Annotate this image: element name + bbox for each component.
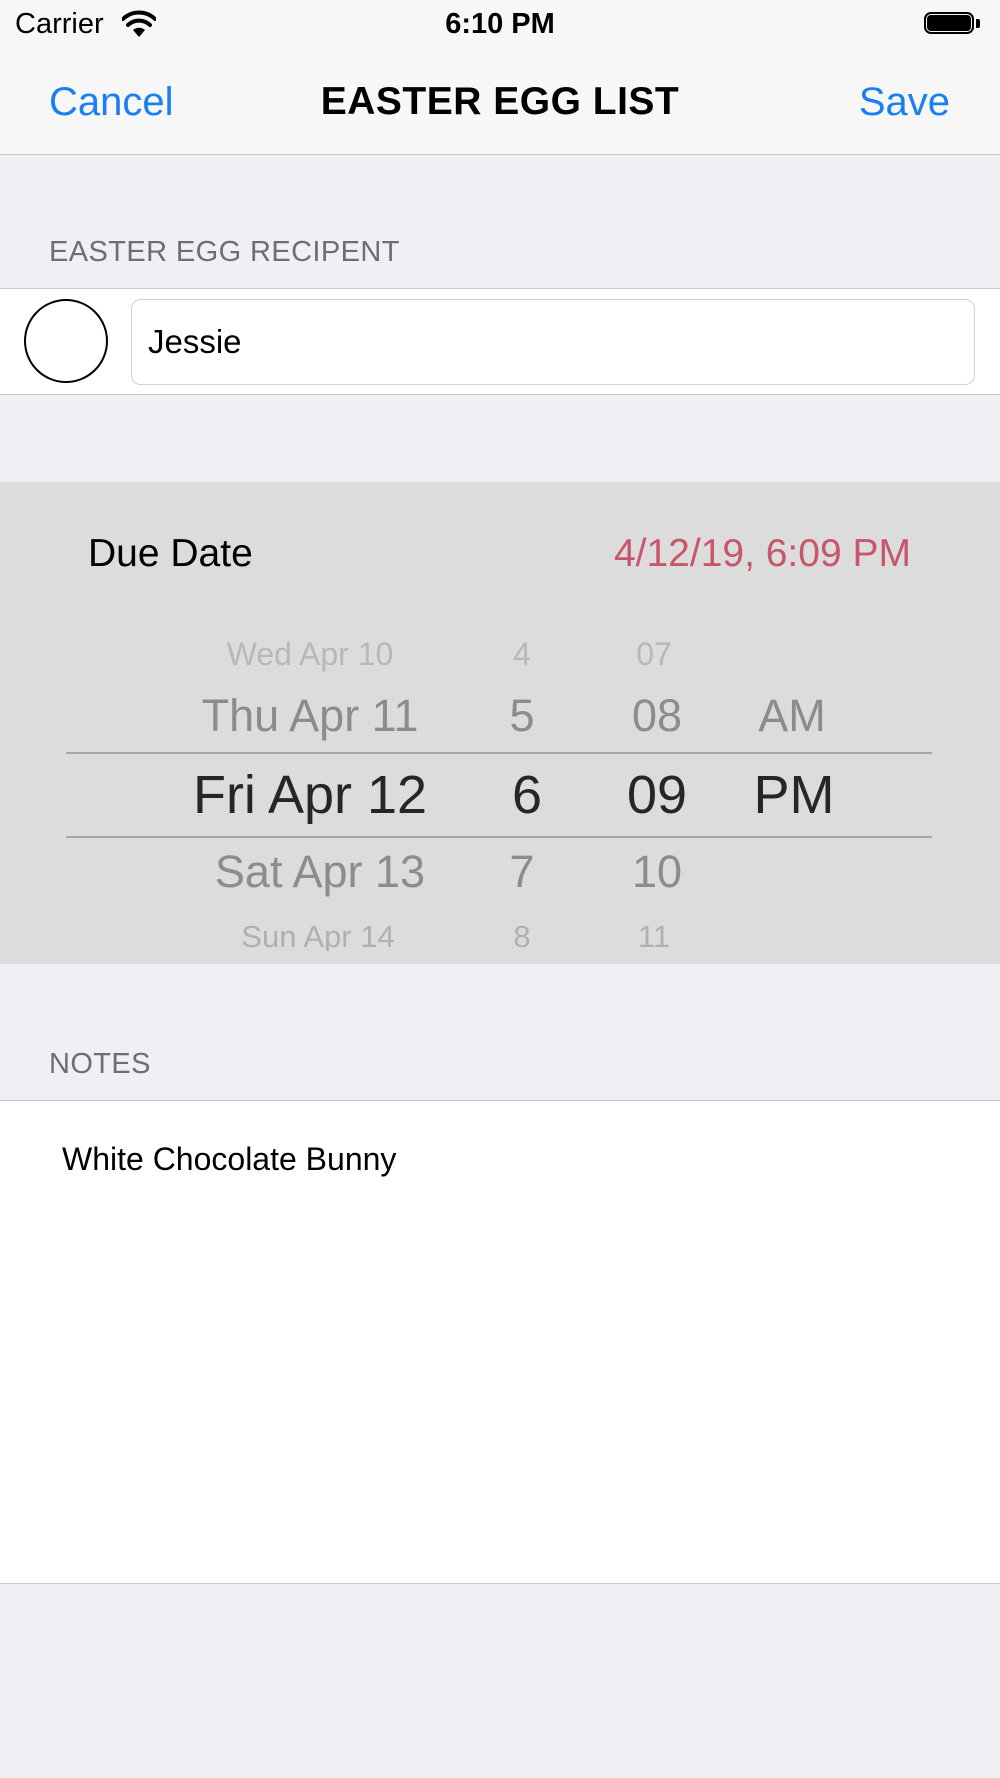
picker-hour-option[interactable]: 5: [482, 690, 562, 742]
notes-section-header: NOTES: [49, 1048, 151, 1080]
picker-date-option[interactable]: Sat Apr 13: [170, 846, 470, 898]
navigation-bar: Cancel EASTER EGG LIST Save: [0, 50, 1000, 155]
page-title: EASTER EGG LIST: [320, 80, 680, 123]
picker-selection-bottom-line: [66, 836, 932, 838]
picker-selection-top-line: [66, 752, 932, 754]
status-bar: Carrier 6:10 PM: [0, 0, 1000, 50]
picker-hour-option[interactable]: 8: [482, 919, 562, 951]
notes-text-area[interactable]: White Chocolate Bunny: [0, 1100, 1000, 1584]
battery-icon: [924, 12, 982, 38]
picker-minute-option[interactable]: 07: [604, 636, 704, 673]
picker-hour-selected[interactable]: 6: [487, 764, 567, 826]
status-time: 6:10 PM: [445, 8, 555, 40]
picker-minute-option[interactable]: 08: [607, 690, 707, 742]
due-date-section: Due Date 4/12/19, 6:09 PM Wed Apr 10 Thu…: [0, 482, 1000, 964]
due-date-value[interactable]: 4/12/19, 6:09 PM: [614, 532, 911, 576]
picker-date-option[interactable]: Sun Apr 14: [168, 919, 468, 951]
picker-minute-option[interactable]: 11: [604, 919, 704, 951]
picker-minute-selected[interactable]: 09: [607, 764, 707, 826]
picker-hour-option[interactable]: 7: [482, 846, 562, 898]
picker-date-option[interactable]: Thu Apr 11: [160, 690, 460, 742]
recipient-section-header: EASTER EGG RECIPENT: [49, 236, 400, 268]
notes-text: White Chocolate Bunny: [62, 1141, 397, 1177]
picker-date-selected[interactable]: Fri Apr 12: [160, 764, 460, 826]
picker-date-option[interactable]: Wed Apr 10: [160, 636, 460, 673]
due-date-label: Due Date: [88, 532, 253, 575]
recipient-name-input[interactable]: [131, 299, 975, 385]
recipient-row: [0, 288, 1000, 395]
picker-period-selected[interactable]: PM: [737, 764, 851, 826]
picker-minute-option[interactable]: 10: [607, 846, 707, 898]
picker-hour-option[interactable]: 4: [482, 636, 562, 673]
picker-period-option[interactable]: AM: [737, 690, 847, 742]
save-button[interactable]: Save: [859, 80, 950, 125]
avatar[interactable]: [24, 299, 108, 383]
